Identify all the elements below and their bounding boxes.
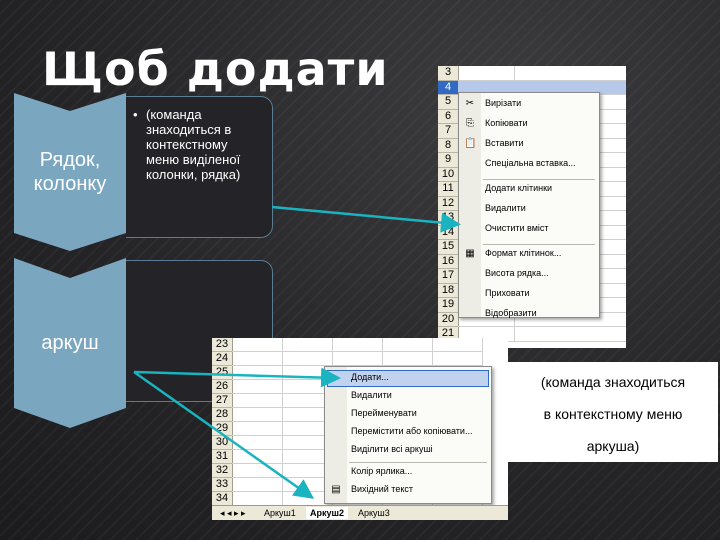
arrow-to-add-sheet (133, 367, 341, 388)
pointer-arrows (133, 205, 461, 499)
arrow-to-sheet-tab (133, 370, 315, 499)
arrow-to-row-menu (271, 205, 461, 233)
